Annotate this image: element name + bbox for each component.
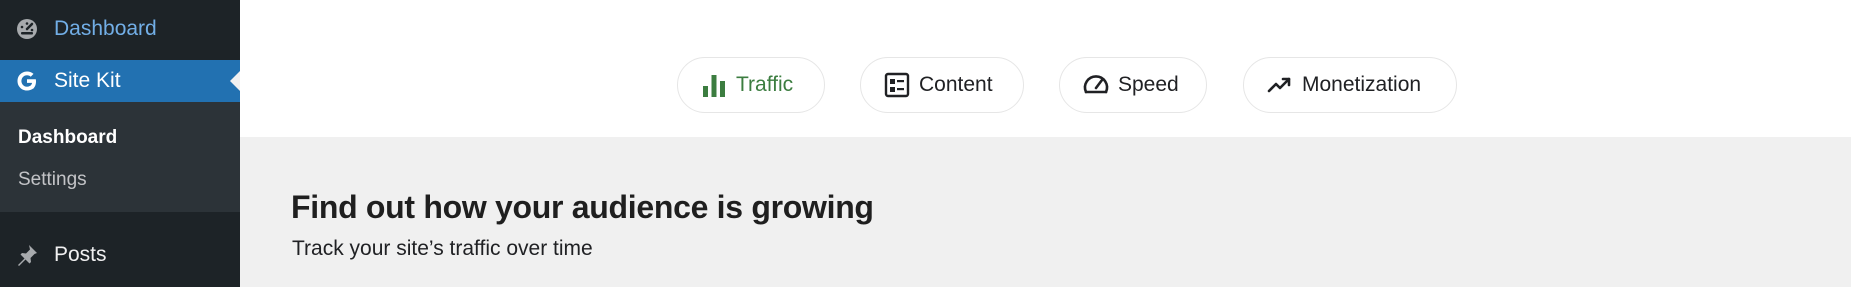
admin-sidebar: Dashboard Site Kit Dashboard Settings Po…	[0, 0, 240, 287]
google-g-icon	[14, 68, 40, 94]
tab-speed[interactable]: Speed	[1059, 57, 1207, 113]
pushpin-icon	[14, 242, 40, 268]
tab-content[interactable]: Content	[860, 57, 1024, 113]
sidebar-item-label: Posts	[54, 243, 107, 266]
sidebar-item-site-kit[interactable]: Site Kit	[0, 60, 240, 102]
submenu-item-dashboard[interactable]: Dashboard	[18, 127, 117, 149]
bar-chart-icon	[700, 71, 728, 99]
sidebar-item-posts[interactable]: Posts	[0, 234, 240, 276]
speedometer-icon	[1082, 71, 1110, 99]
trending-up-icon	[1266, 71, 1294, 99]
tab-monetization[interactable]: Monetization	[1243, 57, 1457, 113]
site-kit-submenu: Dashboard Settings	[0, 102, 240, 212]
tab-label: Speed	[1118, 73, 1179, 96]
sidebar-item-label: Site Kit	[54, 69, 121, 92]
gauge-icon	[14, 16, 40, 42]
sidebar-item-label: Dashboard	[54, 17, 157, 40]
section-heading: Find out how your audience is growing	[291, 189, 874, 225]
sidebar-item-dashboard[interactable]: Dashboard	[0, 8, 240, 50]
tab-traffic[interactable]: Traffic	[677, 57, 825, 113]
article-icon	[883, 71, 911, 99]
tab-label: Content	[919, 73, 993, 96]
submenu-item-settings[interactable]: Settings	[18, 169, 87, 191]
tab-label: Traffic	[736, 73, 794, 96]
tab-label: Monetization	[1302, 73, 1422, 96]
section-nav-bar: Traffic Content Speed Monetization	[240, 0, 1851, 137]
active-menu-arrow	[230, 71, 240, 91]
section-subheading: Track your site’s traffic over time	[292, 237, 593, 260]
traffic-section: Find out how your audience is growing Tr…	[240, 137, 1851, 287]
